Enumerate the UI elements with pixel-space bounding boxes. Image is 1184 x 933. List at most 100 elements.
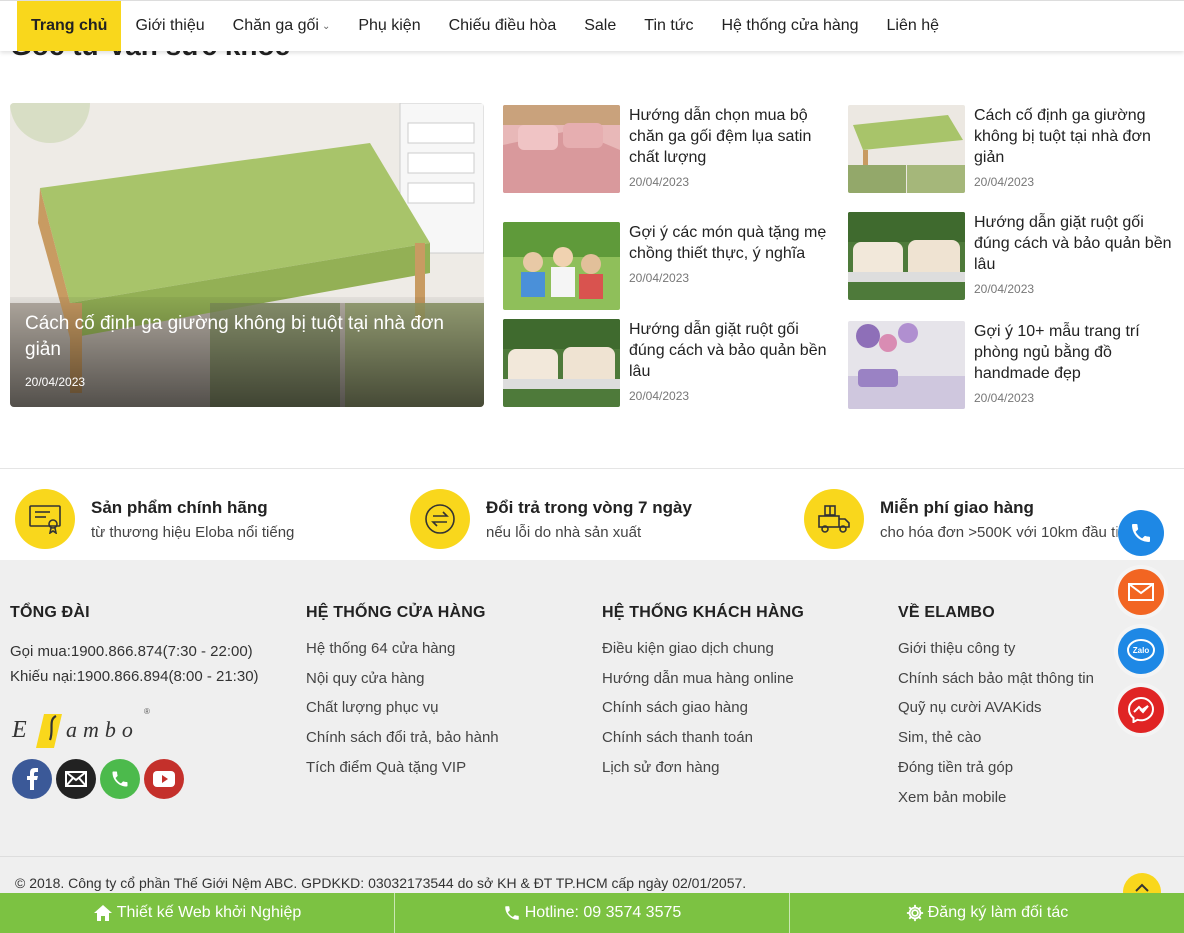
footer-link[interactable]: Chính sách thanh toán [602, 728, 804, 748]
post-date: 20/04/2023 [974, 282, 1035, 296]
footer-link[interactable]: Chất lượng phục vụ [306, 698, 499, 718]
float-mail-button[interactable] [1118, 569, 1164, 615]
copyright: © 2018. Công ty cổ phần Thế Giới Nệm ABC… [15, 875, 747, 891]
nav-item-accessories[interactable]: Phụ kiện [344, 1, 434, 51]
footer-link[interactable]: Chính sách đổi trả, bảo hành [306, 728, 499, 748]
float-messenger-button[interactable] [1118, 687, 1164, 733]
nav-item-about[interactable]: Giới thiệu [121, 1, 218, 51]
benefit-title: Sản phẩm chính hãng [91, 497, 268, 517]
benefit-item: Miễn phí giao hàng cho hóa đơn >500K với… [804, 489, 1135, 549]
bottom-bar: Thiết kế Web khởi Nghiệp Hotline: 09 357… [0, 893, 1184, 933]
partner-signup-link[interactable]: Đăng ký làm đối tác [790, 893, 1184, 933]
post-item[interactable]: Gợi ý 10+ mẫu trang trí phòng ngủ bằng đ… [848, 321, 1174, 409]
nav-item-sale[interactable]: Sale [570, 1, 630, 51]
post-thumbnail [848, 321, 965, 409]
footer-link[interactable]: Chính sách giao hàng [602, 698, 804, 718]
post-date: 20/04/2023 [974, 391, 1035, 405]
footer-link[interactable]: Đóng tiền trả góp [898, 758, 1094, 778]
post-item[interactable]: Hướng dẫn giặt ruột gối đúng cách và bảo… [503, 319, 829, 407]
exchange-icon [410, 489, 470, 549]
nav-item-contact[interactable]: Liên hệ [873, 1, 954, 51]
partner-signup-label: Đăng ký làm đối tác [927, 904, 1069, 921]
post-title[interactable]: Gợi ý các món quà tặng mẹ chồng thiết th… [629, 222, 829, 264]
mail-icon[interactable] [56, 759, 96, 799]
post-item[interactable]: Hướng dẫn giặt ruột gối đúng cách và bảo… [848, 212, 1174, 300]
chevron-up-icon [1135, 883, 1149, 892]
mail-icon [1128, 583, 1154, 601]
post-item[interactable]: Hướng dẫn chọn mua bộ chăn ga gối đệm lụ… [503, 105, 829, 193]
benefit-item: Sản phẩm chính hãng từ thương hiệu Eloba… [15, 489, 294, 549]
post-item[interactable]: Cách cố định ga giường không bị tuột tại… [848, 105, 1174, 193]
hotline-link[interactable]: Hotline: 09 3574 3575 [395, 893, 790, 933]
footer-link[interactable]: Tích điểm Quà tặng VIP [306, 758, 499, 778]
benefit-title: Miễn phí giao hàng [880, 497, 1034, 517]
footer-link[interactable]: Quỹ nụ cười AVAKids [898, 698, 1094, 718]
footer-link[interactable]: Giới thiệu công ty [898, 639, 1094, 659]
phone-icon[interactable] [100, 759, 140, 799]
post-title[interactable]: Hướng dẫn chọn mua bộ chăn ga gối đệm lụ… [629, 105, 829, 168]
post-item[interactable]: Gợi ý các món quà tặng mẹ chồng thiết th… [503, 222, 829, 310]
benefit-subtitle: cho hóa đơn >500K với 10km đầu tiên [880, 523, 1136, 541]
nav-item-bedding-label: Chăn ga gối [232, 17, 319, 34]
home-icon [93, 905, 112, 921]
featured-post[interactable]: Cách cố định ga giường không bị tuột tại… [10, 103, 484, 407]
svg-text:ambo: ambo [66, 717, 139, 742]
zalo-icon: Zalo [1127, 639, 1155, 661]
float-phone-button[interactable] [1118, 510, 1164, 556]
phone-icon [504, 906, 519, 920]
footer-link[interactable]: Hệ thống 64 cửa hàng [306, 639, 499, 659]
phone-icon [1132, 524, 1150, 542]
post-thumbnail [503, 105, 620, 193]
footer-col-title: HỆ THỐNG KHÁCH HÀNG [602, 604, 805, 621]
nav-item-news[interactable]: Tin tức [630, 1, 707, 51]
footer-col-stores: HỆ THỐNG CỬA HÀNG Hệ thống 64 cửa hàng N… [306, 604, 499, 778]
youtube-icon[interactable] [144, 759, 184, 799]
elambo-logo[interactable]: E ambo ® [10, 706, 155, 755]
footer-col-title: HỆ THỐNG CỬA HÀNG [306, 604, 486, 621]
benefit-item: Đổi trả trong vòng 7 ngày nếu lỗi do nhà… [410, 489, 692, 549]
messenger-icon [1128, 697, 1154, 723]
footer-link[interactable]: Xem bản mobile [898, 788, 1094, 808]
featured-post-date: 20/04/2023 [25, 375, 86, 389]
benefits-strip: Sản phẩm chính hãng từ thương hiệu Eloba… [0, 468, 1184, 560]
post-thumbnail [503, 222, 620, 310]
gear-icon [906, 904, 923, 922]
post-title[interactable]: Hướng dẫn giặt ruột gối đúng cách và bảo… [974, 212, 1174, 275]
main-nav: Trang chủ Giới thiệu Chăn ga gối ⌄ Phụ k… [0, 0, 1184, 51]
benefit-subtitle: từ thương hiệu Eloba nổi tiếng [91, 523, 295, 541]
post-date: 20/04/2023 [629, 271, 690, 285]
hotline-complain[interactable]: Khiếu nại:1900.866.894(8:00 - 21:30) [10, 664, 259, 689]
post-date: 20/04/2023 [974, 175, 1035, 189]
footer-col-about: VỀ ELAMBO Giới thiệu công ty Chính sách … [898, 604, 1094, 807]
delivery-truck-icon [804, 489, 864, 549]
facebook-icon[interactable] [12, 759, 52, 799]
web-design-label: Thiết kế Web khởi Nghiệp [116, 904, 302, 921]
footer-link[interactable]: Điều kiện giao dịch chung [602, 639, 804, 659]
footer-link[interactable]: Hướng dẫn mua hàng online [602, 669, 804, 689]
svg-text:Zalo: Zalo [1133, 646, 1150, 655]
nav-item-mats[interactable]: Chiếu điều hòa [435, 1, 571, 51]
nav-item-bedding[interactable]: Chăn ga gối ⌄ [219, 1, 345, 51]
post-thumbnail [848, 105, 965, 193]
benefit-title: Đổi trả trong vòng 7 ngày [486, 497, 692, 517]
footer: TỔNG ĐÀI Gọi mua:1900.866.874(7:30 - 22:… [0, 560, 1184, 933]
social-links [12, 759, 184, 799]
post-title[interactable]: Cách cố định ga giường không bị tuột tại… [974, 105, 1174, 168]
footer-link[interactable]: Sim, thẻ cào [898, 728, 1094, 748]
footer-col-title: VỀ ELAMBO [898, 604, 995, 621]
post-title[interactable]: Gợi ý 10+ mẫu trang trí phòng ngủ bằng đ… [974, 321, 1174, 384]
footer-col-title: TỔNG ĐÀI [10, 604, 90, 621]
footer-link[interactable]: Lịch sử đơn hàng [602, 758, 804, 778]
web-design-link[interactable]: Thiết kế Web khởi Nghiệp [0, 893, 395, 933]
float-zalo-button[interactable]: Zalo [1118, 628, 1164, 674]
hotline-buy[interactable]: Gọi mua:1900.866.874(7:30 - 22:00) [10, 639, 259, 664]
featured-post-title[interactable]: Cách cố định ga giường không bị tuột tại… [25, 311, 475, 363]
svg-text:®: ® [144, 707, 150, 716]
nav-item-stores[interactable]: Hệ thống cửa hàng [708, 1, 873, 51]
nav-item-home[interactable]: Trang chủ [17, 1, 122, 51]
footer-link[interactable]: Chính sách bảo mật thông tin [898, 669, 1094, 689]
footer-col-hotline: TỔNG ĐÀI Gọi mua:1900.866.874(7:30 - 22:… [10, 604, 259, 689]
footer-link[interactable]: Nội quy cửa hàng [306, 669, 499, 689]
post-title[interactable]: Hướng dẫn giặt ruột gối đúng cách và bảo… [629, 319, 829, 382]
post-date: 20/04/2023 [629, 389, 690, 403]
